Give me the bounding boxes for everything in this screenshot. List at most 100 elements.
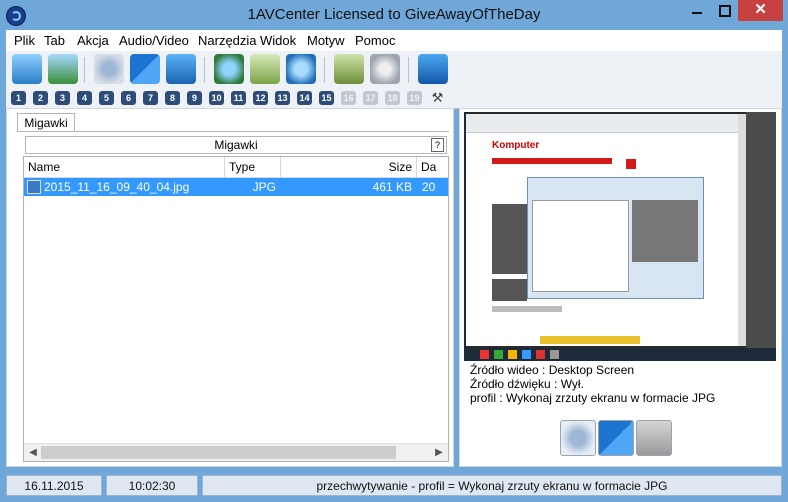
preview-task [494,350,503,359]
preview-task [550,350,559,359]
profile-15-button[interactable]: 15 [319,91,334,105]
preview-task [536,350,545,359]
preview-banner [540,336,640,344]
list-header: Name Type Size Da [24,157,448,178]
profile-label: profil : Wykonaj zrzuty ekranu w formaci… [470,391,716,405]
status-date: 16.11.2015 [6,475,102,496]
lock-icon[interactable] [636,420,672,456]
panel-header: Migawki ? [25,136,447,154]
webcam-snapshot-icon[interactable] [560,420,596,456]
profile-10-button[interactable]: 10 [209,91,224,105]
help-button[interactable]: ? [431,138,444,152]
toolbar-separator [84,57,85,83]
toolbar-separator [324,57,325,83]
minimize-button[interactable] [683,0,710,21]
preview-block [626,159,636,169]
menu-pomoc[interactable]: Pomoc [355,33,395,48]
menu-narzedzia[interactable]: Narzędzia [198,33,257,48]
profile-19-button[interactable]: 19 [407,91,422,105]
preview-app-preview [632,200,698,262]
profile-6-button[interactable]: 6 [121,91,136,105]
preview-app-list [532,200,629,292]
column-name[interactable]: Name [24,157,225,177]
profile-5-button[interactable]: 5 [99,91,114,105]
column-type[interactable]: Type [225,157,281,177]
audio-source-label: Źródło dźwięku : Wył. [470,377,584,391]
table-row[interactable]: 2015_11_16_09_40_04.jpg JPG 461 KB 20 [24,178,448,196]
close-button[interactable]: ✕ [738,0,783,21]
screen-preview-image: Komputer [464,112,776,361]
preview-task [522,350,531,359]
toolbar-separator [204,57,205,83]
menu-motyw[interactable]: Motyw [307,33,345,48]
globe-web-icon[interactable] [214,54,244,84]
preview-nav [492,158,612,164]
menu-akcja[interactable]: Akcja [77,33,109,48]
scroll-left-arrow-icon[interactable]: ◀ [26,444,40,461]
menu-tab[interactable]: Tab [44,33,65,48]
toolbar-separator [408,57,409,83]
profile-3-button[interactable]: 3 [55,91,70,105]
video-source-label: Źródło wideo : Desktop Screen [470,363,635,377]
capture-icon[interactable] [48,54,78,84]
dual-monitor-icon[interactable] [598,420,634,456]
dual-monitor-icon[interactable] [130,54,160,84]
main-toolbar [6,51,782,90]
preview-app-window [527,177,704,299]
profile-tabs: 1 2 3 4 5 6 7 8 9 10 11 12 13 14 15 16 1… [6,89,782,109]
menu-plik[interactable]: Plik [14,33,35,48]
row-date: 20 [422,180,436,194]
profile-2-button[interactable]: 2 [33,91,48,105]
preview-browser-bar [466,114,738,133]
preview-thumb [492,204,527,274]
menu-bar: Plik Tab Akcja Audio/Video Narzędzia Wid… [6,30,782,51]
title-bar[interactable]: 1AVCenter Licensed to GiveAwayOfTheDay ✕ [0,0,788,30]
preview-taskbar [464,348,776,361]
profile-12-button[interactable]: 12 [253,91,268,105]
profile-14-button[interactable]: 14 [297,91,312,105]
snapshots-list[interactable]: Name Type Size Da 2015_11_16_09_40_04.jp… [23,156,449,462]
app-window: 1AVCenter Licensed to GiveAwayOfTheDay ✕… [0,0,788,502]
help-icon[interactable] [418,54,448,84]
window-title: 1AVCenter Licensed to GiveAwayOfTheDay [247,6,541,23]
upload-globe-icon[interactable] [286,54,316,84]
profile-17-button[interactable]: 17 [363,91,378,105]
tab-migawki[interactable]: Migawki [17,113,75,132]
book-icon[interactable] [334,54,364,84]
horizontal-scrollbar[interactable]: ◀ ▶ [24,443,448,461]
preview-scrollbar [738,114,746,346]
profile-4-button[interactable]: 4 [77,91,92,105]
menu-audio-video[interactable]: Audio/Video [119,33,189,48]
menu-widok[interactable]: Widok [260,33,296,48]
profile-11-button[interactable]: 11 [231,91,246,105]
profile-8-button[interactable]: 8 [165,91,180,105]
scroll-right-arrow-icon[interactable]: ▶ [432,444,446,461]
profile-13-button[interactable]: 13 [275,91,290,105]
scroll-thumb[interactable] [41,446,396,459]
screen-record-icon[interactable] [12,54,42,84]
row-type: JPG [252,180,276,194]
preview-browser: Komputer [466,114,738,346]
profile-7-button[interactable]: 7 [143,91,158,105]
settings-gears-icon[interactable] [370,54,400,84]
profile-18-button[interactable]: 18 [385,91,400,105]
preview-panel: Komputer Źródło wideo: Desktop Screen Ź… [459,108,782,467]
profile-16-button[interactable]: 16 [341,91,356,105]
profile-9-button[interactable]: 9 [187,91,202,105]
status-time: 10:02:30 [106,475,198,496]
row-size: 461 KB [372,180,412,194]
profile-1-button[interactable]: 1 [11,91,26,105]
column-date[interactable]: Da [417,157,448,177]
preview-task [508,350,517,359]
wrench-icon[interactable]: ⚒ [430,90,445,105]
panel-header-label: Migawki [214,138,258,152]
maximize-button[interactable] [711,0,737,21]
snapshots-tab-body: Migawki ? Name Type Size Da 2015_11_16_0… [17,131,449,462]
email-icon[interactable] [250,54,280,84]
screen-icon[interactable] [166,54,196,84]
preview-task [480,350,489,359]
preview-thumb [492,279,527,301]
column-size[interactable]: Size [281,157,417,177]
webcam-icon[interactable] [94,54,124,84]
status-bar: 16.11.2015 10:02:30 przechwytywanie - pr… [0,472,788,502]
